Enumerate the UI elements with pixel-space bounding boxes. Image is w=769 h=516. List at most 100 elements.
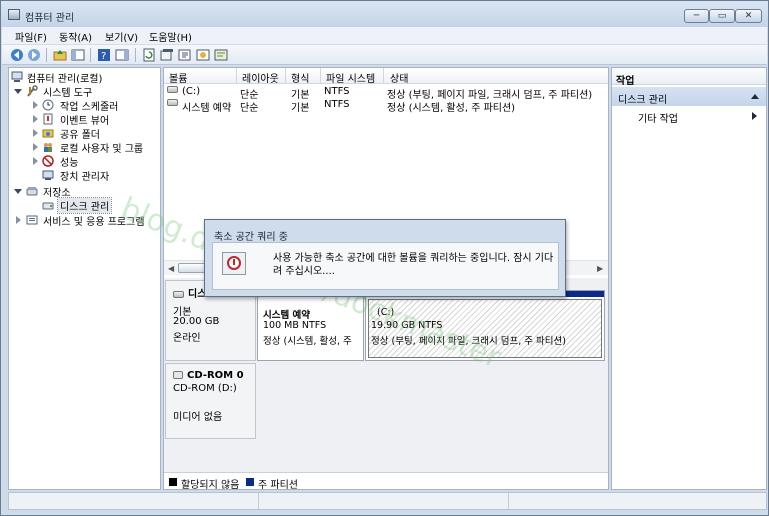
users-icon — [42, 141, 54, 153]
legend-primary: 주 파티션 — [258, 480, 298, 491]
dialog-message: 사용 가능한 축소 공간에 대한 볼륨을 쿼리하는 중입니다. 잠시 기다려 주… — [273, 253, 554, 277]
volume-row[interactable]: 시스템 예약 단순 기본 NTFS 정상 (시스템, 활성, 주 파티션) — [164, 99, 608, 114]
column-type[interactable]: 형식 — [291, 70, 309, 85]
primary-swatch — [246, 478, 254, 486]
tree-label: 이벤트 뷰어 — [60, 116, 110, 127]
partition-name: (C:) — [377, 307, 395, 318]
menu-action[interactable]: 동작(A) — [59, 29, 92, 44]
console-tree: 컴퓨터 관리(로컬) 시스템 도구 작업 스케줄러 이벤트 뷰어 공유 폴더 로… — [8, 67, 161, 490]
tree-label: 성능 — [60, 158, 79, 169]
scroll-left-icon[interactable]: ◀ — [168, 264, 174, 273]
properties-icon[interactable] — [160, 48, 174, 62]
volume-row[interactable]: (C:) 단순 기본 NTFS 정상 (부팅, 페이지 파일, 크래시 덤프, … — [164, 86, 608, 101]
submenu-arrow-icon[interactable] — [752, 112, 757, 120]
tree-label: 시스템 도구 — [43, 88, 93, 99]
action-pane-icon[interactable] — [115, 48, 129, 62]
volume-file-system: NTFS — [324, 86, 350, 97]
collapsed-arrow-icon[interactable] — [33, 143, 38, 151]
cdrom-0-label[interactable]: CD-ROM 0 CD-ROM (D:) 미디어 없음 — [165, 363, 256, 439]
status-cell — [259, 493, 509, 509]
up-folder-icon[interactable] — [53, 48, 67, 62]
menu-file[interactable]: 파일(F) — [15, 29, 47, 44]
expanded-arrow-icon[interactable] — [14, 89, 22, 94]
dialog-body: 사용 가능한 축소 공간에 대한 볼륨을 쿼리하는 중입니다. 잠시 기다려 주… — [212, 242, 559, 290]
column-status[interactable]: 상태 — [390, 70, 408, 85]
computer-management-icon — [8, 9, 20, 20]
tree-label: 컴퓨터 관리(로컬) — [27, 74, 103, 85]
collapsed-arrow-icon[interactable] — [33, 129, 38, 137]
back-icon[interactable] — [10, 48, 24, 62]
actions-section-disk-management[interactable]: 디스크 관리 — [612, 87, 766, 106]
minimize-button[interactable]: ─ — [684, 9, 709, 23]
console-icon[interactable] — [214, 48, 228, 62]
device-manager-icon — [42, 169, 54, 181]
partition-system-reserved[interactable]: 시스템 예약 100 MB NTFS 정상 (시스템, 활성, 주 — [257, 290, 364, 361]
collapsed-arrow-icon[interactable] — [33, 157, 38, 165]
system-tools-icon — [26, 85, 38, 97]
tree-label: 작업 스케줄러 — [60, 102, 119, 113]
collapsed-arrow-icon[interactable] — [33, 101, 38, 109]
collapsed-arrow-icon[interactable] — [16, 216, 21, 224]
tree-label: 장치 관리자 — [60, 172, 110, 183]
more-actions-item[interactable]: 기타 작업 — [638, 110, 678, 125]
disk-management-icon — [42, 199, 54, 211]
event-viewer-icon — [42, 113, 54, 125]
column-file-system[interactable]: 파일 시스템 — [326, 70, 375, 85]
cdrom-name-text: CD-ROM 0 — [187, 370, 244, 381]
column-volume[interactable]: 볼륨 — [169, 70, 187, 85]
partition-size: 100 MB NTFS — [263, 320, 327, 331]
column-divider — [320, 68, 321, 84]
help-icon[interactable]: ? — [97, 48, 111, 62]
toolbar-separator — [135, 48, 136, 62]
wait-clock-icon — [222, 252, 246, 275]
partition-name: 시스템 예약 — [263, 310, 311, 321]
show-hide-tree-icon[interactable] — [71, 48, 85, 62]
partition-c[interactable]: (C:) 19.90 GB NTFS 정상 (부팅, 페이지 파일, 크래시 덤… — [365, 290, 605, 361]
title-bar: 컴퓨터 관리 ─ ▭ ✕ — [1, 1, 768, 27]
toolbar-separator — [90, 48, 91, 62]
tree-label: 저장소 — [43, 188, 71, 199]
disk-size: 20.00 GB — [173, 316, 220, 327]
toolbar-separator — [46, 48, 47, 62]
status-cell — [9, 493, 259, 509]
help-topic-icon[interactable] — [196, 48, 210, 62]
partition-status: 정상 (부팅, 페이지 파일, 크래시 덤프, 주 파티션) — [371, 336, 566, 347]
unallocated-swatch — [169, 478, 177, 486]
status-bar — [8, 492, 767, 510]
cdrom-name: CD-ROM 0 — [173, 370, 244, 381]
clock-hand — [233, 259, 235, 265]
cdrom-icon — [173, 371, 183, 379]
clock-icon — [42, 99, 54, 111]
menu-bar: 파일(F) 동작(A) 보기(V) 도움말(H) — [2, 27, 767, 45]
scroll-right-icon[interactable]: ▶ — [597, 264, 603, 273]
column-divider — [383, 68, 384, 84]
close-button[interactable]: ✕ — [735, 9, 762, 23]
cdrom-drive: CD-ROM (D:) — [173, 383, 237, 394]
expanded-arrow-icon[interactable] — [14, 189, 22, 194]
tree-label: 로컬 사용자 및 그룹 — [60, 144, 144, 155]
collapse-up-icon[interactable] — [751, 94, 759, 99]
legend: 할당되지 않음 주 파티션 — [164, 472, 608, 491]
volume-icon — [167, 99, 178, 106]
volume-name: 시스템 예약 — [182, 103, 232, 114]
window-title: 컴퓨터 관리 — [25, 13, 75, 24]
volume-icon — [167, 86, 178, 93]
maximize-button[interactable]: ▭ — [709, 9, 735, 23]
disk-icon — [173, 290, 184, 298]
volume-list-header: 볼륨 레이아웃 형식 파일 시스템 상태 — [164, 68, 608, 85]
services-icon — [26, 214, 38, 226]
forward-icon[interactable] — [27, 48, 41, 62]
cdrom-state: 미디어 없음 — [173, 412, 223, 423]
volume-layout: 단순 — [240, 103, 259, 114]
collapsed-arrow-icon[interactable] — [33, 115, 38, 123]
volume-file-system: NTFS — [324, 99, 350, 110]
menu-view[interactable]: 보기(V) — [105, 29, 138, 44]
toolbar: ? — [2, 45, 767, 65]
menu-help[interactable]: 도움말(H) — [149, 29, 192, 44]
tree-label: 서비스 및 응용 프로그램 — [43, 217, 145, 228]
storage-icon — [26, 185, 38, 197]
refresh-icon[interactable] — [142, 48, 156, 62]
column-layout[interactable]: 레이아웃 — [242, 70, 279, 85]
export-icon[interactable] — [178, 48, 192, 62]
partition-status: 정상 (시스템, 활성, 주 — [263, 336, 352, 347]
